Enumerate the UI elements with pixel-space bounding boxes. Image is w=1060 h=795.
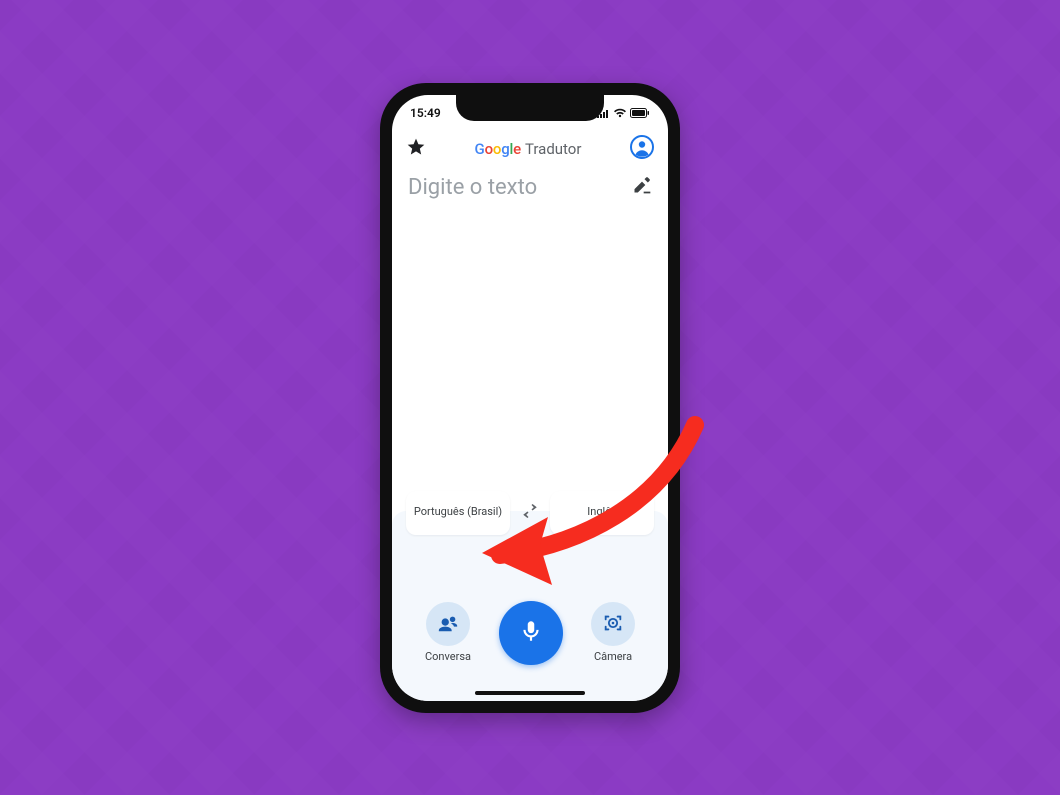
- phone-frame: 15:49 Google Trad: [380, 83, 680, 713]
- camera-button[interactable]: [591, 602, 635, 646]
- app-header: Google Tradutor: [392, 129, 668, 169]
- camera-action[interactable]: Câmera: [591, 602, 635, 663]
- source-language-label: Português (Brasil): [414, 506, 502, 519]
- conversation-label: Conversa: [425, 650, 471, 663]
- battery-icon: [630, 108, 650, 118]
- conversation-action[interactable]: Conversa: [425, 602, 471, 663]
- app-name-label: Tradutor: [525, 140, 581, 158]
- phone-notch: [456, 95, 604, 121]
- target-language-button[interactable]: Inglês: [550, 491, 654, 535]
- microphone-button[interactable]: [499, 601, 563, 665]
- swap-languages-button[interactable]: [510, 491, 550, 535]
- status-time: 15:49: [410, 106, 441, 120]
- handwriting-icon[interactable]: [632, 175, 652, 199]
- app-title: Google Tradutor: [475, 140, 582, 158]
- wifi-icon: [613, 108, 627, 118]
- conversation-button[interactable]: [426, 602, 470, 646]
- camera-lens-icon: [602, 612, 624, 637]
- account-avatar-icon[interactable]: [630, 135, 654, 163]
- home-indicator[interactable]: [475, 691, 585, 695]
- input-placeholder: Digite o texto: [408, 175, 537, 200]
- action-row: Conversa: [392, 601, 668, 665]
- favorites-star-icon[interactable]: [406, 137, 426, 161]
- status-right: [596, 108, 650, 118]
- language-row: Português (Brasil) Inglês: [406, 491, 654, 535]
- target-language-label: Inglês: [587, 506, 616, 519]
- swap-icon: [521, 502, 539, 524]
- google-logo: Google: [475, 140, 521, 158]
- phone-screen: 15:49 Google Trad: [392, 95, 668, 701]
- camera-label: Câmera: [594, 650, 632, 663]
- source-language-button[interactable]: Português (Brasil): [406, 491, 510, 535]
- conversation-icon: [437, 612, 459, 637]
- bottom-section: Português (Brasil) Inglês: [392, 511, 668, 701]
- text-input-area[interactable]: Digite o texto: [392, 175, 668, 200]
- microphone-icon: [518, 618, 544, 648]
